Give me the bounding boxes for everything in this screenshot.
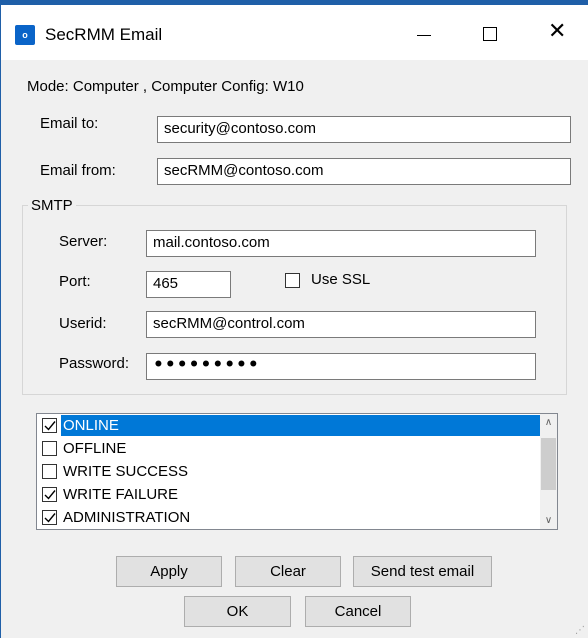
title-bar[interactable]: o SecRMM Email ✕	[1, 5, 588, 60]
events-listbox[interactable]: ONLINE OFFLINE WRITE SUCCESS WRITE FAILU…	[36, 413, 558, 530]
send-test-email-button[interactable]: Send test email	[353, 556, 492, 587]
event-checkbox[interactable]	[42, 441, 57, 456]
list-item[interactable]: ONLINE	[37, 414, 541, 437]
event-label: ADMINISTRATION	[63, 509, 191, 526]
smtp-legend: SMTP	[28, 197, 76, 214]
scroll-thumb[interactable]	[541, 438, 556, 490]
outlook-mail-icon: o	[15, 25, 35, 45]
email-to-label: Email to:	[40, 115, 99, 132]
email-to-field[interactable]: security@contoso.com	[157, 116, 571, 143]
password-field[interactable]: •••••••••	[146, 353, 536, 380]
list-item[interactable]: WRITE FAILURE	[37, 483, 541, 506]
use-ssl-label[interactable]: Use SSL	[311, 271, 370, 288]
event-label: OFFLINE	[63, 440, 127, 457]
list-item[interactable]: OFFLINE	[37, 437, 541, 460]
ok-button[interactable]: OK	[184, 596, 291, 627]
port-field[interactable]: 465	[146, 271, 231, 298]
secrmm-email-dialog: o SecRMM Email ✕ Mode: Computer , Comput…	[0, 5, 588, 638]
email-from-label: Email from:	[40, 162, 116, 179]
userid-field[interactable]: secRMM@control.com	[146, 311, 536, 338]
apply-button[interactable]: Apply	[116, 556, 222, 587]
scroll-down-icon[interactable]: ∨	[540, 512, 557, 529]
event-checkbox[interactable]	[42, 418, 57, 433]
event-label: ONLINE	[61, 415, 541, 436]
event-checkbox[interactable]	[42, 464, 57, 479]
list-item[interactable]: WRITE SUCCESS	[37, 460, 541, 483]
mode-line: Mode: Computer , Computer Config: W10	[27, 78, 304, 95]
event-label: WRITE SUCCESS	[63, 463, 189, 480]
userid-label: Userid:	[59, 315, 107, 332]
server-label: Server:	[59, 233, 108, 250]
list-item[interactable]: ADMINISTRATION	[37, 506, 541, 529]
close-button[interactable]: ✕	[534, 13, 580, 53]
window-title: SecRMM Email	[45, 25, 163, 44]
event-checkbox[interactable]	[42, 487, 57, 502]
close-icon: ✕	[548, 19, 567, 44]
event-checkbox[interactable]	[42, 510, 57, 525]
maximize-button[interactable]	[467, 13, 513, 53]
password-label: Password:	[59, 355, 130, 372]
resize-grip-icon[interactable]: ⋰	[575, 625, 585, 636]
email-from-field[interactable]: secRMM@contoso.com	[157, 158, 571, 185]
event-label: WRITE FAILURE	[63, 486, 179, 503]
minimize-button[interactable]	[401, 13, 447, 53]
clear-button[interactable]: Clear	[235, 556, 341, 587]
cancel-button[interactable]: Cancel	[305, 596, 411, 627]
list-scrollbar[interactable]: ∧ ∨	[540, 414, 557, 529]
server-field[interactable]: mail.contoso.com	[146, 230, 536, 257]
scroll-up-icon[interactable]: ∧	[540, 414, 557, 431]
port-label: Port:	[59, 273, 91, 290]
use-ssl-checkbox[interactable]	[285, 273, 300, 288]
